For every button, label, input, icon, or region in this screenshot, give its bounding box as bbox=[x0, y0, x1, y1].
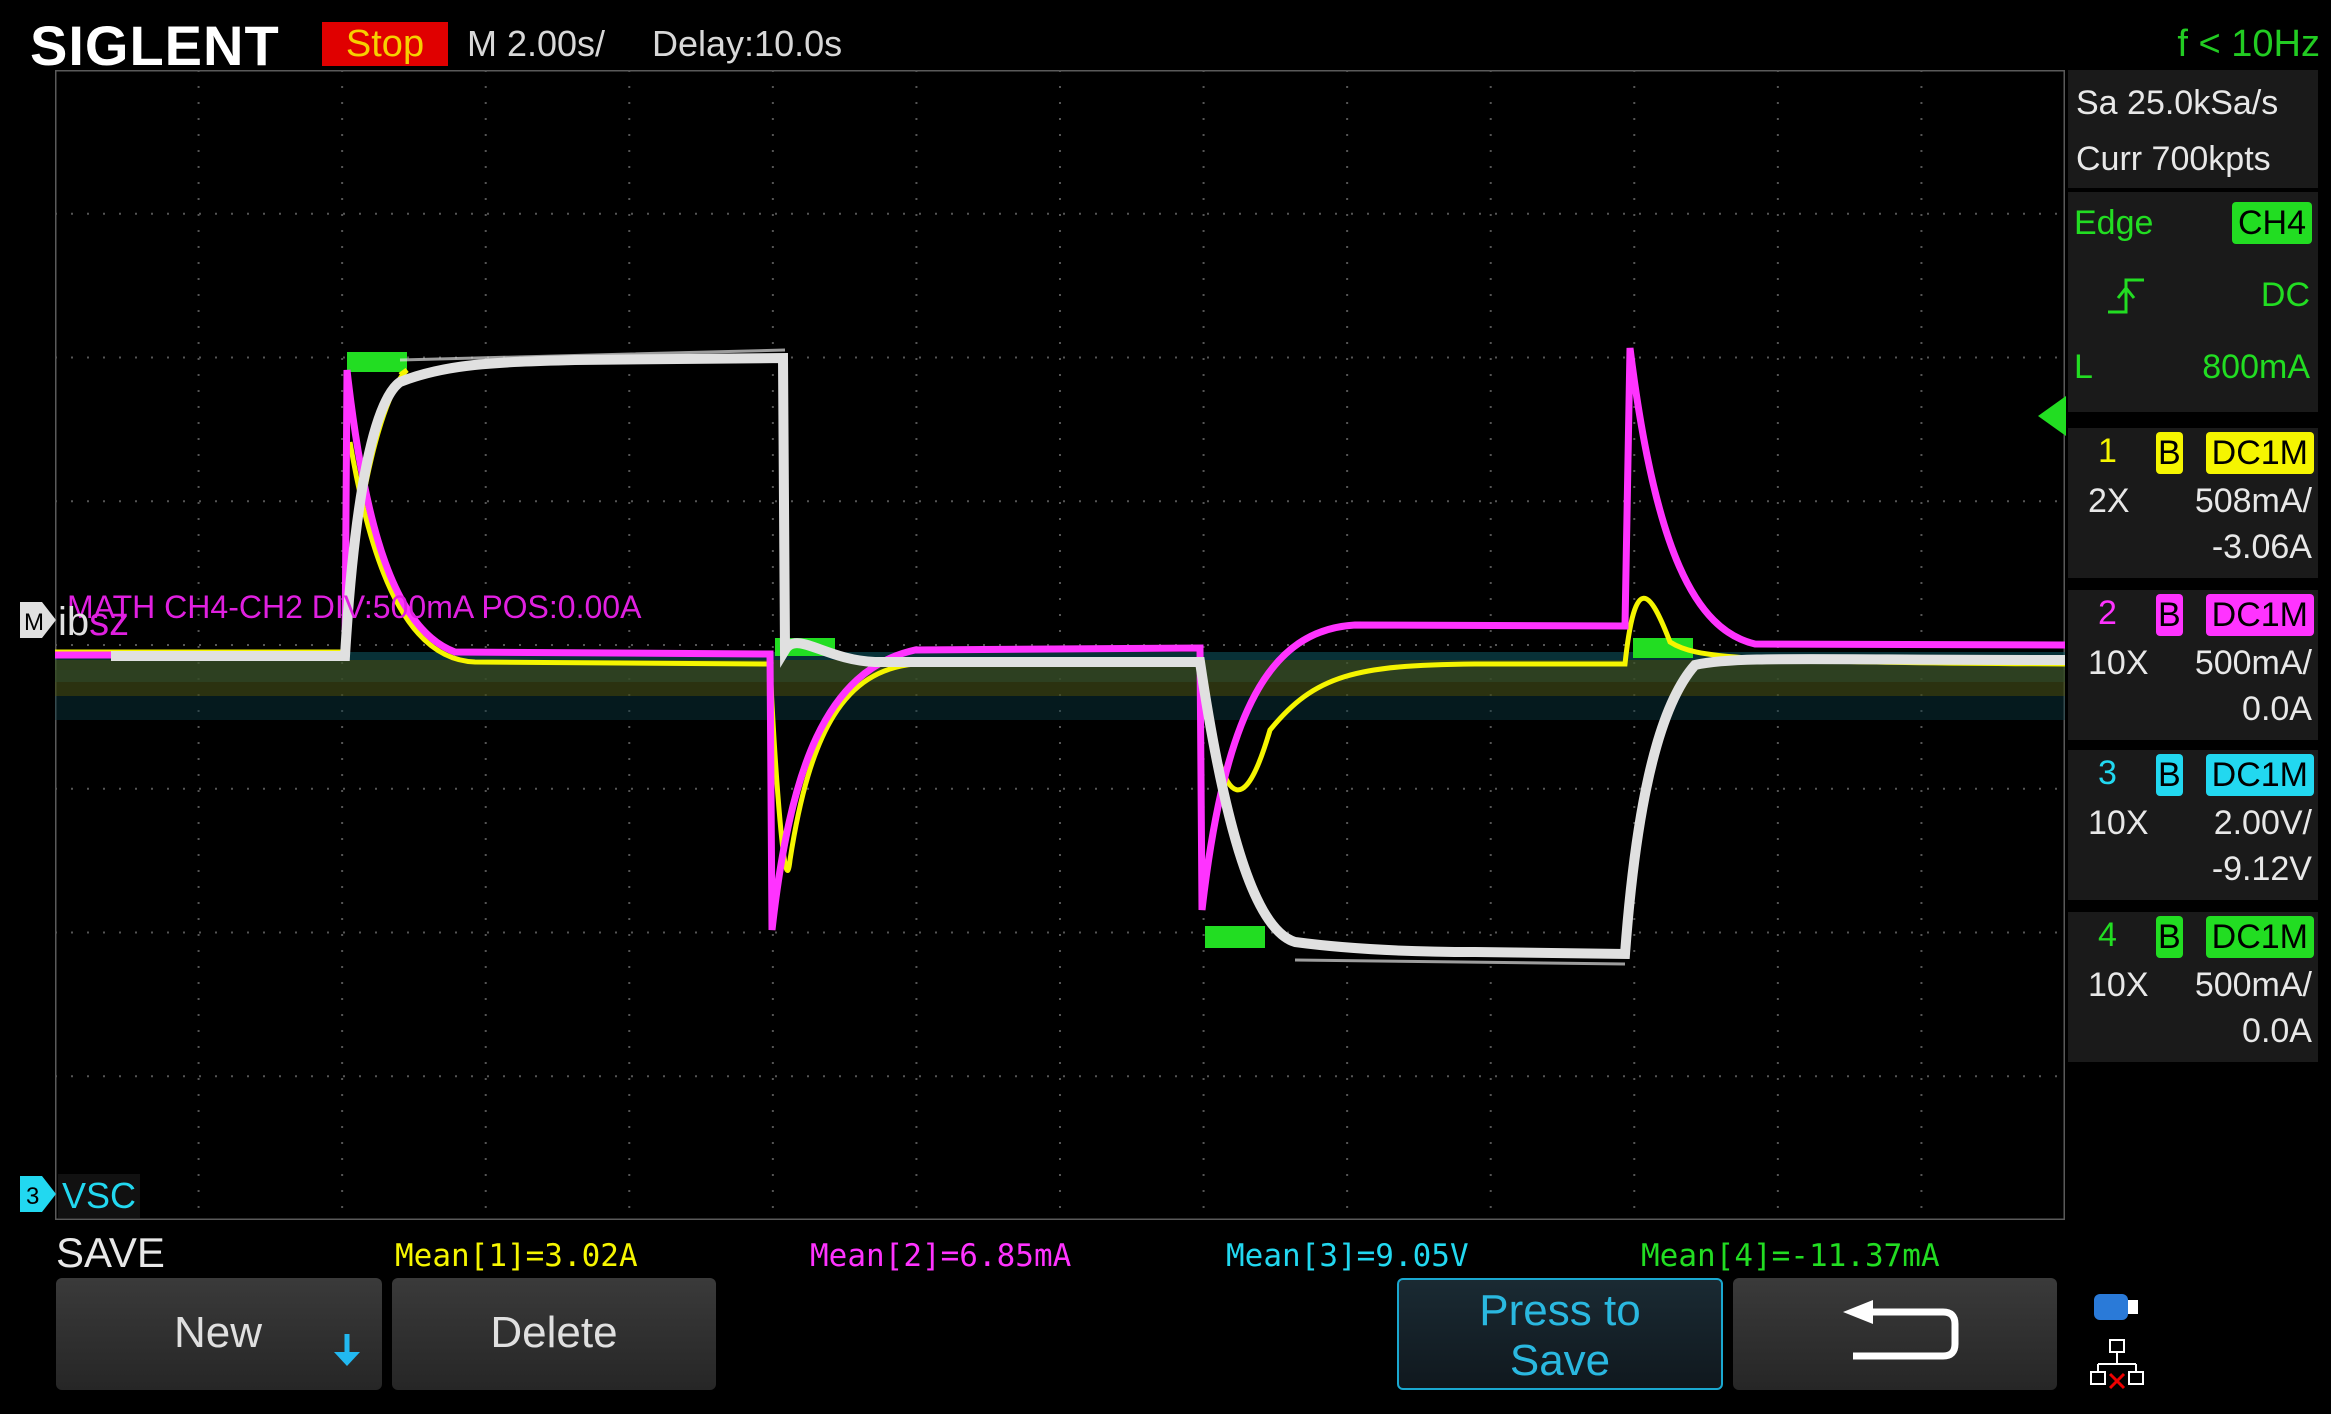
trigger-source: CH4 bbox=[2231, 202, 2312, 244]
network-disconnected-icon bbox=[2090, 1339, 2144, 1390]
trigger-coupling: DC bbox=[2260, 276, 2310, 314]
coupling-badge: DC1M bbox=[2205, 754, 2314, 796]
run-stop-status[interactable]: Stop bbox=[322, 22, 448, 66]
vertical-offset: -9.12V bbox=[2211, 850, 2312, 888]
channel-number: 4 bbox=[2098, 916, 2117, 954]
vertical-offset: -3.06A bbox=[2211, 528, 2312, 566]
trigger-level-marker-icon[interactable] bbox=[2034, 394, 2068, 438]
bandwidth-limit-badge: B bbox=[2156, 754, 2183, 796]
bandwidth-limit-badge: B bbox=[2156, 594, 2183, 636]
vertical-scale: 2.00V/ bbox=[2213, 804, 2312, 842]
siglent-logo: SIGLENT bbox=[30, 14, 280, 77]
vertical-scale: 508mA/ bbox=[2194, 482, 2312, 520]
acquisition-panel[interactable]: Sa 25.0kSa/s Curr 700kpts bbox=[2068, 70, 2318, 188]
delay-readout[interactable]: Delay:10.0s bbox=[652, 22, 842, 66]
oscilloscope-screen: SIGLENT Stop M 2.00s/ Delay:10.0s f < 10… bbox=[0, 0, 2331, 1414]
return-arrow-icon bbox=[1843, 1300, 1959, 1360]
delete-button[interactable]: Delete bbox=[392, 1278, 716, 1390]
frequency-counter: f < 10Hz bbox=[2177, 23, 2320, 65]
math-label: ibsz bbox=[58, 600, 130, 644]
probe-attenuation: 10X bbox=[2088, 644, 2149, 682]
usb-storage-icon bbox=[2094, 1294, 2138, 1320]
press-to-save-button[interactable]: Press to Save bbox=[1397, 1278, 1723, 1390]
press-to-save-line2: Save bbox=[1509, 1336, 1611, 1385]
new-button[interactable]: New bbox=[56, 1278, 382, 1390]
coupling-badge: DC1M bbox=[2205, 594, 2314, 636]
vertical-scale: 500mA/ bbox=[2194, 644, 2312, 682]
trigger-panel[interactable]: Edge CH4 DC L 800mA bbox=[2068, 192, 2318, 412]
mean-ch4: Mean[4]=-11.37mA bbox=[1641, 1238, 1940, 1274]
vertical-offset: 0.0A bbox=[2242, 690, 2312, 728]
arrow-down-icon bbox=[334, 1334, 360, 1366]
mean-ch3: Mean[3]=9.05V bbox=[1226, 1238, 1469, 1274]
mean-ch2: Mean[2]=6.85mA bbox=[810, 1238, 1072, 1274]
waveform-display[interactable]: MATH CH4-CH2 DIV:500mA POS:0.00A bbox=[55, 70, 2065, 1220]
trigger-level: 800mA bbox=[2202, 348, 2310, 386]
menu-title: SAVE bbox=[56, 1229, 165, 1276]
bandwidth-limit-badge: B bbox=[2156, 432, 2183, 474]
svg-text:M: M bbox=[24, 609, 44, 636]
channel-2-panel[interactable]: 2 B DC1M 10X 500mA/0.0A bbox=[2068, 590, 2318, 740]
probe-attenuation: 10X bbox=[2088, 804, 2149, 842]
press-to-save-line1: Press to bbox=[1479, 1286, 1641, 1335]
math-marker-icon[interactable]: M bbox=[18, 598, 58, 642]
channel-number: 2 bbox=[2098, 594, 2117, 632]
vertical-scale: 500mA/ bbox=[2194, 966, 2312, 1004]
coupling-badge: DC1M bbox=[2205, 916, 2314, 958]
bandwidth-limit-badge: B bbox=[2156, 916, 2183, 958]
probe-attenuation: 2X bbox=[2088, 482, 2130, 520]
sample-rate: Sa 25.0kSa/s bbox=[2076, 84, 2279, 122]
ch3-label: VSC bbox=[58, 1174, 141, 1218]
trigger-type: Edge bbox=[2074, 204, 2154, 242]
trigger-level-label: L bbox=[2074, 348, 2093, 386]
timebase-readout[interactable]: M 2.00s/ bbox=[467, 22, 605, 66]
new-button-label: New bbox=[174, 1308, 263, 1357]
svg-text:3: 3 bbox=[26, 1183, 39, 1210]
delete-button-label: Delete bbox=[490, 1308, 618, 1357]
rising-edge-icon bbox=[2108, 278, 2144, 314]
ch3-marker-icon[interactable]: 3 bbox=[18, 1172, 58, 1216]
channel-3-panel[interactable]: 3 B DC1M 10X 2.00V/ -9.12V bbox=[2068, 750, 2318, 900]
channel-4-panel[interactable]: 4 B DC1M 10X 500mA/0.0A bbox=[2068, 912, 2318, 1062]
return-button[interactable] bbox=[1733, 1278, 2057, 1390]
channel-number: 3 bbox=[2098, 754, 2117, 792]
channel-1-panel[interactable]: 1 B DC1M 2X 508mA/ -3.06A bbox=[2068, 428, 2318, 578]
coupling-badge: DC1M bbox=[2205, 432, 2314, 474]
mean-ch1: Mean[1]=3.02A bbox=[395, 1238, 638, 1274]
vertical-offset: 0.0A bbox=[2242, 1012, 2312, 1050]
channel-number: 1 bbox=[2098, 432, 2117, 470]
memory-depth: Curr 700kpts bbox=[2076, 140, 2271, 178]
math-info-text: MATH CH4-CH2 DIV:500mA POS:0.00A bbox=[67, 589, 642, 625]
probe-attenuation: 10X bbox=[2088, 966, 2149, 1004]
